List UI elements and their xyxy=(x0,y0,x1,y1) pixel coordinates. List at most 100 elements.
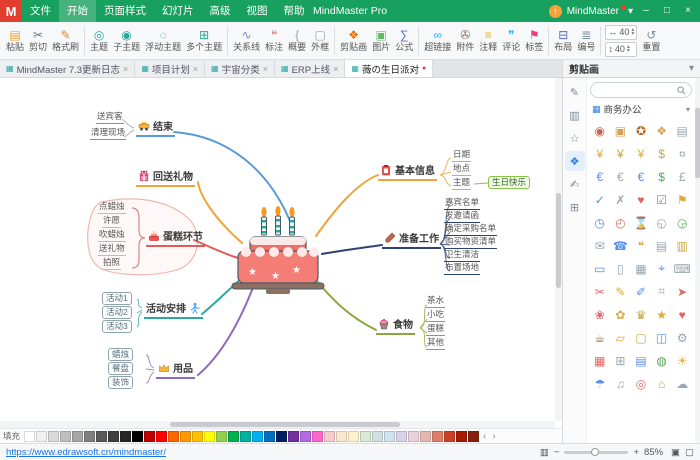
scrollbar-thumb[interactable] xyxy=(695,108,700,178)
horizontal-scrollbar[interactable] xyxy=(0,421,555,428)
color-swatch[interactable] xyxy=(336,431,347,442)
document-icon[interactable]: ▤ xyxy=(652,235,672,256)
home-icon[interactable]: ⌂ xyxy=(652,373,672,394)
mindmap-leaf[interactable]: 点蜡烛 xyxy=(98,200,126,214)
comment-button[interactable]: ❞评论 xyxy=(500,24,522,58)
mindmap-leaf[interactable]: 主题 xyxy=(452,176,471,190)
box-icon[interactable]: ▢ xyxy=(631,327,651,348)
chart-icon[interactable]: ◫ xyxy=(652,327,672,348)
color-swatch[interactable] xyxy=(444,431,455,442)
menu-item[interactable]: 幻灯片 xyxy=(154,0,202,22)
mindmap-topic-cake[interactable]: 蛋糕环节 xyxy=(146,228,205,247)
reset-button[interactable]: ↺ 重置 xyxy=(640,24,662,58)
document-tab[interactable]: ▦项目计划× xyxy=(135,60,205,77)
alarm-clock-icon[interactable]: ◴ xyxy=(611,212,631,233)
document-tab[interactable]: ▦薇の生日派对● xyxy=(345,60,433,77)
clipart-category-dropdown[interactable]: ▦ 商务办公 ▾ xyxy=(590,102,692,116)
hyperlink-button[interactable]: ∞超链接 xyxy=(422,24,453,58)
color-swatch[interactable] xyxy=(312,431,323,442)
blossom-icon[interactable]: ✿ xyxy=(611,304,631,325)
zoom-slider[interactable] xyxy=(564,451,628,454)
mindmap-topic-activity[interactable]: 活动安排 xyxy=(144,300,203,319)
money-bag-icon[interactable]: $ xyxy=(652,143,672,164)
color-swatch[interactable] xyxy=(456,431,467,442)
multiple-topics-button[interactable]: ⊞多个主题 xyxy=(184,24,224,58)
handdraw-icon[interactable]: ✍ xyxy=(565,174,585,194)
quote-icon[interactable]: ❝ xyxy=(631,235,651,256)
mindmap-topic-food[interactable]: 食物 xyxy=(376,316,415,335)
id-card-icon[interactable]: ▤ xyxy=(672,120,692,141)
star-icon[interactable]: ★ xyxy=(652,304,672,325)
close-button[interactable]: × xyxy=(680,0,696,22)
layout-button[interactable]: ⊟布局 xyxy=(552,24,574,58)
color-swatch[interactable] xyxy=(204,431,215,442)
euro-note-icon[interactable]: € xyxy=(631,166,651,187)
mindmap-leaf[interactable]: 蜡烛 xyxy=(108,348,133,361)
mindmap-leaf[interactable]: 装饰 xyxy=(108,376,133,389)
canvas[interactable]: ★ ★ ★ 送宾客 清理现场 结束 回送礼物 xyxy=(0,78,562,428)
cut-button[interactable]: ✂剪切 xyxy=(27,24,49,58)
menu-item[interactable]: 视图 xyxy=(239,0,276,22)
color-swatch[interactable] xyxy=(48,431,59,442)
fit-screen-icon[interactable]: ▣ xyxy=(671,447,680,458)
paste-button[interactable]: ▤粘贴 xyxy=(4,24,26,58)
mindmap-topic-supplies[interactable]: 用品 xyxy=(156,360,195,379)
timer-icon[interactable]: ◶ xyxy=(672,212,692,233)
panel-collapse-icon[interactable]: ▾ xyxy=(689,63,694,74)
menu-item[interactable]: 高级 xyxy=(202,0,239,22)
mindmap-note[interactable]: 生日快乐 xyxy=(488,176,530,189)
tab-close-icon[interactable]: × xyxy=(333,64,338,74)
color-swatch[interactable] xyxy=(192,431,203,442)
menu-item[interactable]: 开始 xyxy=(59,0,96,22)
tab-close-icon[interactable]: × xyxy=(263,64,268,74)
mindmap-leaf[interactable]: 吹蜡烛 xyxy=(98,228,126,242)
grid-icon[interactable]: ⌗ xyxy=(652,281,672,302)
flag-icon[interactable]: ⚑ xyxy=(672,189,692,210)
book-icon[interactable]: ▤ xyxy=(631,350,651,371)
zoom-out-button[interactable]: − xyxy=(554,447,560,458)
mindmap-leaf[interactable]: 活动2 xyxy=(102,306,132,319)
color-swatch[interactable] xyxy=(72,431,83,442)
subtopic-button[interactable]: ◉子主题 xyxy=(111,24,142,58)
document-tab[interactable]: ▦宇宙分类× xyxy=(205,60,275,77)
color-swatch[interactable] xyxy=(408,431,419,442)
mindmap-leaf[interactable]: 许愿 xyxy=(102,214,121,228)
globe-icon[interactable]: ◍ xyxy=(652,350,672,371)
numbering-button[interactable]: ≣编号 xyxy=(575,24,597,58)
mindmap-topic-prep[interactable]: 准备工作 xyxy=(382,230,441,249)
spin-down-icon[interactable]: ▾ xyxy=(627,49,630,53)
scrollbar-thumb[interactable] xyxy=(170,422,400,427)
mindmap-leaf[interactable]: 日期 xyxy=(452,148,471,162)
badge-icon[interactable]: ❖ xyxy=(652,120,672,141)
mindmap-leaf[interactable]: 嘉宾名单 xyxy=(444,196,480,210)
calculator-icon[interactable]: ⊞ xyxy=(611,350,631,371)
currency-icon[interactable]: ¤ xyxy=(672,143,692,164)
mindmap-leaf[interactable]: 餐盘 xyxy=(108,362,133,375)
round-target-icon[interactable]: ◎ xyxy=(631,373,651,394)
clock-icon[interactable]: ◷ xyxy=(590,212,610,233)
mail-icon[interactable]: ✉ xyxy=(590,235,610,256)
color-swatch[interactable] xyxy=(120,431,131,442)
color-swatch[interactable] xyxy=(264,431,275,442)
clipart-icon[interactable]: ❖ xyxy=(565,151,585,171)
yuan-sign-icon[interactable]: ¥ xyxy=(631,143,651,164)
mindmap-leaf[interactable]: 活动1 xyxy=(102,292,132,305)
color-swatch[interactable] xyxy=(348,431,359,442)
theme-icon[interactable]: ▥ xyxy=(565,105,585,125)
menu-item[interactable]: 帮助 xyxy=(276,0,313,22)
palette-prev-icon[interactable]: ‹ xyxy=(481,431,488,442)
resource-icon[interactable]: ⊞ xyxy=(565,197,585,217)
style-icon[interactable]: ✎ xyxy=(565,82,585,102)
mindmap-topic-gift[interactable]: 回送礼物 xyxy=(136,168,195,187)
idea-icon[interactable]: ☀ xyxy=(672,350,692,371)
cloud-icon[interactable]: ☁ xyxy=(672,373,692,394)
upgrade-icon[interactable]: ↑ xyxy=(549,5,562,18)
minimize-button[interactable]: – xyxy=(638,0,654,22)
color-swatch[interactable] xyxy=(36,431,47,442)
relationship-button[interactable]: ∿关系线 xyxy=(231,24,262,58)
color-swatch[interactable] xyxy=(360,431,371,442)
color-swatch[interactable] xyxy=(240,431,251,442)
flower-icon[interactable]: ❀ xyxy=(590,304,610,325)
trophy-icon[interactable]: ♛ xyxy=(631,304,651,325)
color-swatch[interactable] xyxy=(324,431,335,442)
